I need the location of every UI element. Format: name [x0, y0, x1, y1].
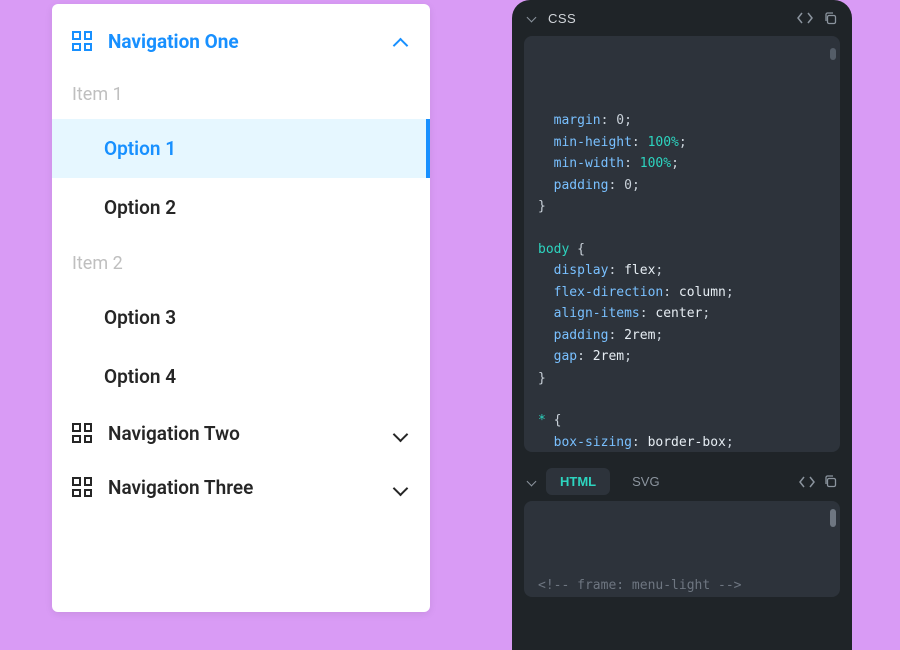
menu-option-2[interactable]: Option 2 [52, 178, 430, 237]
html-code-block[interactable]: <!-- frame: menu-light --> <div class="f… [524, 501, 840, 597]
css-code-content: margin: 0; min-height: 100%; min-width: … [538, 110, 826, 452]
menu-option-1[interactable]: Option 1 [52, 119, 430, 178]
markup-tabs-row: HTML SVG [512, 462, 852, 501]
group-label-item-1: Item 1 [52, 68, 430, 119]
scrollbar-thumb[interactable] [830, 509, 836, 527]
menu-light-card: Navigation One Item 1 Option 1 Option 2 … [52, 4, 430, 612]
code-icon[interactable] [799, 474, 815, 490]
code-icon[interactable] [797, 10, 813, 26]
chevron-down-icon [526, 476, 538, 488]
group-label-item-2: Item 2 [52, 237, 430, 288]
nav-item-navigation-one[interactable]: Navigation One [52, 14, 430, 68]
appstore-icon [72, 477, 92, 497]
tab-svg[interactable]: SVG [618, 468, 673, 495]
chevron-down-icon [392, 424, 410, 442]
appstore-icon [72, 31, 92, 51]
chevron-up-icon [392, 32, 410, 50]
nav-item-navigation-two[interactable]: Navigation Two [52, 406, 430, 460]
tab-html[interactable]: HTML [546, 468, 610, 495]
chevron-down-icon [392, 478, 410, 496]
nav-label: Navigation One [108, 30, 376, 53]
nav-item-navigation-three[interactable]: Navigation Three [52, 460, 430, 514]
nav-label: Navigation Two [108, 422, 376, 445]
copy-icon[interactable] [823, 11, 838, 26]
chevron-down-icon [526, 12, 538, 24]
html-code-content: <!-- frame: menu-light --> <div class="f… [538, 575, 826, 597]
css-title: CSS [548, 11, 787, 26]
css-code-block[interactable]: margin: 0; min-height: 100%; min-width: … [524, 36, 840, 452]
menu-option-3[interactable]: Option 3 [52, 288, 430, 347]
code-inspector-panel: CSS margin: 0; min-height: 100%; min-wid… [512, 0, 852, 650]
nav-label: Navigation Three [108, 476, 376, 499]
appstore-icon [72, 423, 92, 443]
scrollbar-thumb[interactable] [830, 48, 836, 60]
copy-icon[interactable] [823, 474, 838, 489]
css-section-header[interactable]: CSS [512, 0, 852, 36]
menu-option-4[interactable]: Option 4 [52, 347, 430, 406]
